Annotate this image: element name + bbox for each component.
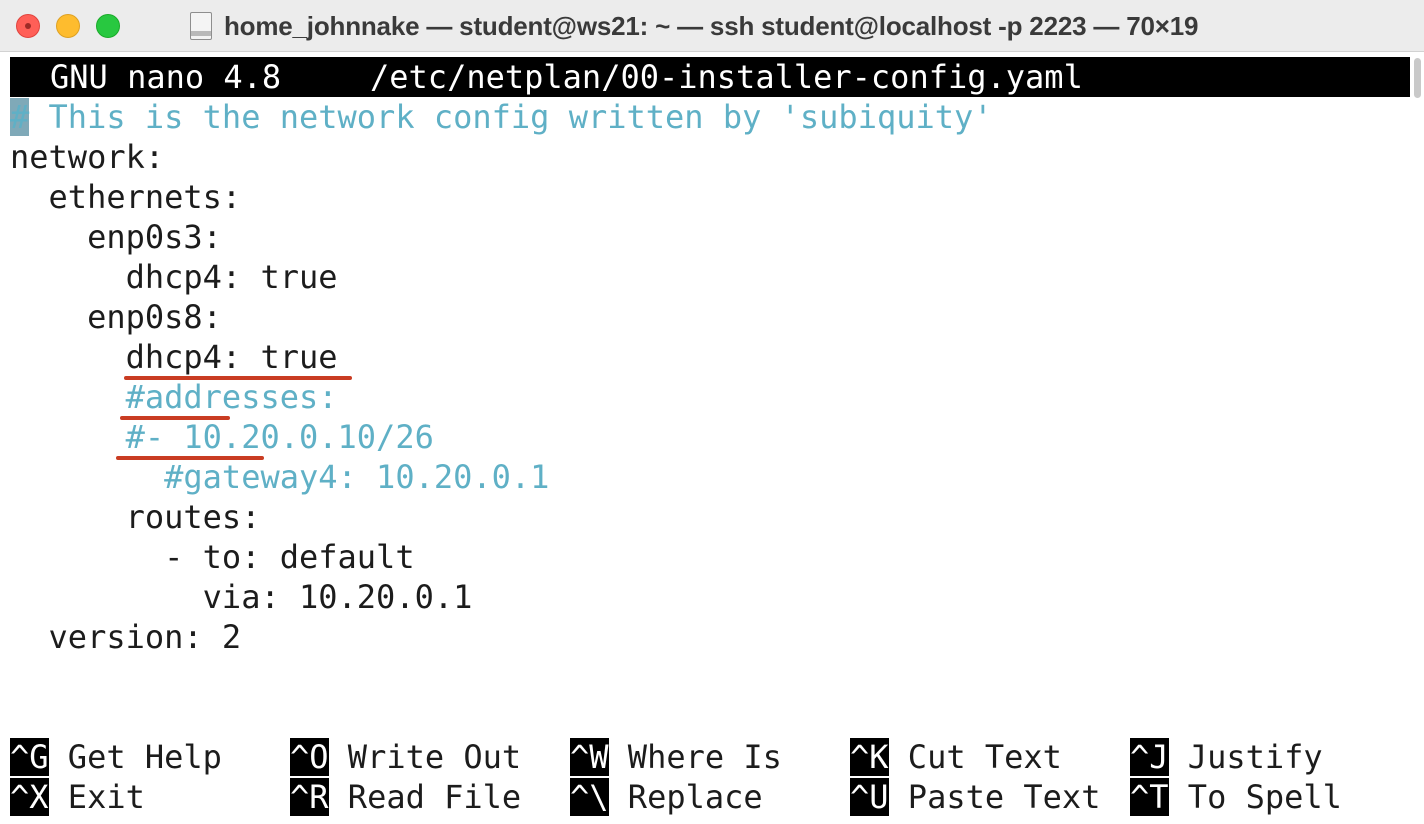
editor-line-9[interactable]: #- 10.20.0.10/26 [10, 417, 434, 457]
terminal-scrollbar[interactable] [1410, 52, 1424, 824]
annotation-underline-dhcp4 [124, 376, 352, 380]
editor-line-2[interactable]: network: [10, 137, 164, 177]
editor-line-7[interactable]: dhcp4: true [10, 337, 338, 377]
editor-line-12[interactable]: - to: default [10, 537, 414, 577]
zoom-window-button[interactable] [96, 14, 120, 38]
terminal-content[interactable]: GNU nano 4.8 /etc/netplan/00-installer-c… [0, 52, 1424, 824]
shortcut-key: ^T [1130, 778, 1169, 816]
shortcut-key: ^J [1130, 738, 1169, 776]
shortcut-key: ^X [10, 778, 49, 816]
close-window-button[interactable] [16, 14, 40, 38]
window-titlebar[interactable]: home_johnnake — student@ws21: ~ — ssh st… [0, 0, 1424, 52]
shortcut-where-is[interactable]: ^W Where Is [570, 737, 782, 777]
editor-line-11[interactable]: routes: [10, 497, 261, 537]
nano-header: GNU nano 4.8 /etc/netplan/00-installer-c… [10, 57, 1410, 97]
editor-line-10[interactable]: #gateway4: 10.20.0.1 [10, 457, 549, 497]
file-path: /etc/netplan/00-installer-config.yaml [370, 58, 1083, 96]
shortcut-label: Read File [328, 778, 522, 816]
text-cursor: # [10, 98, 30, 136]
shortcut-key: ^\ [570, 778, 609, 816]
shortcut-key: ^W [570, 738, 609, 776]
annotation-underline-address-value [116, 456, 264, 460]
shortcut-key: ^K [850, 738, 889, 776]
shortcut-key: ^R [290, 778, 329, 816]
editor-line-5[interactable]: dhcp4: true [10, 257, 338, 297]
line-text: This is the network config written by 's… [29, 98, 993, 136]
shortcut-label: Cut Text [888, 738, 1062, 776]
annotation-underline-addresses [120, 416, 230, 420]
editor-line-3[interactable]: ethernets: [10, 177, 242, 217]
shortcut-replace[interactable]: ^\ Replace [570, 777, 763, 817]
editor-line-8[interactable]: #addresses: [10, 377, 338, 417]
editor-line-1[interactable]: # This is the network config written by … [10, 97, 993, 137]
shortcut-write-out[interactable]: ^O Write Out [290, 737, 521, 777]
shortcut-justify[interactable]: ^J Justify [1130, 737, 1323, 777]
editor-line-4[interactable]: enp0s3: [10, 217, 222, 257]
document-icon [190, 12, 212, 40]
shortcut-label: Exit [48, 778, 145, 816]
shortcut-label: Where Is [608, 738, 782, 776]
shortcut-key: ^U [850, 778, 889, 816]
shortcut-key: ^G [10, 738, 49, 776]
shortcut-label: Get Help [48, 738, 222, 776]
shortcut-paste-text[interactable]: ^U Paste Text [850, 777, 1100, 817]
shortcut-key: ^O [290, 738, 329, 776]
nano-version: GNU nano 4.8 [50, 58, 282, 96]
shortcut-label: Paste Text [888, 778, 1101, 816]
shortcut-get-help[interactable]: ^G Get Help [10, 737, 222, 777]
window-title: home_johnnake — student@ws21: ~ — ssh st… [224, 10, 1199, 41]
window-title-group: home_johnnake — student@ws21: ~ — ssh st… [190, 0, 1198, 52]
shortcut-read-file[interactable]: ^R Read File [290, 777, 521, 817]
shortcut-label: To Spell [1168, 778, 1342, 816]
shortcut-exit[interactable]: ^X Exit [10, 777, 145, 817]
editor-line-6[interactable]: enp0s8: [10, 297, 222, 337]
shortcut-to-spell[interactable]: ^T To Spell [1130, 777, 1342, 817]
editor-line-14[interactable]: version: 2 [10, 617, 242, 657]
shortcut-label: Justify [1168, 738, 1323, 776]
shortcut-cut-text[interactable]: ^K Cut Text [850, 737, 1062, 777]
shortcut-label: Write Out [328, 738, 522, 776]
editor-line-13[interactable]: via: 10.20.0.1 [10, 577, 473, 617]
scrollbar-thumb[interactable] [1414, 58, 1421, 98]
minimize-window-button[interactable] [56, 14, 80, 38]
shortcut-label: Replace [608, 778, 763, 816]
